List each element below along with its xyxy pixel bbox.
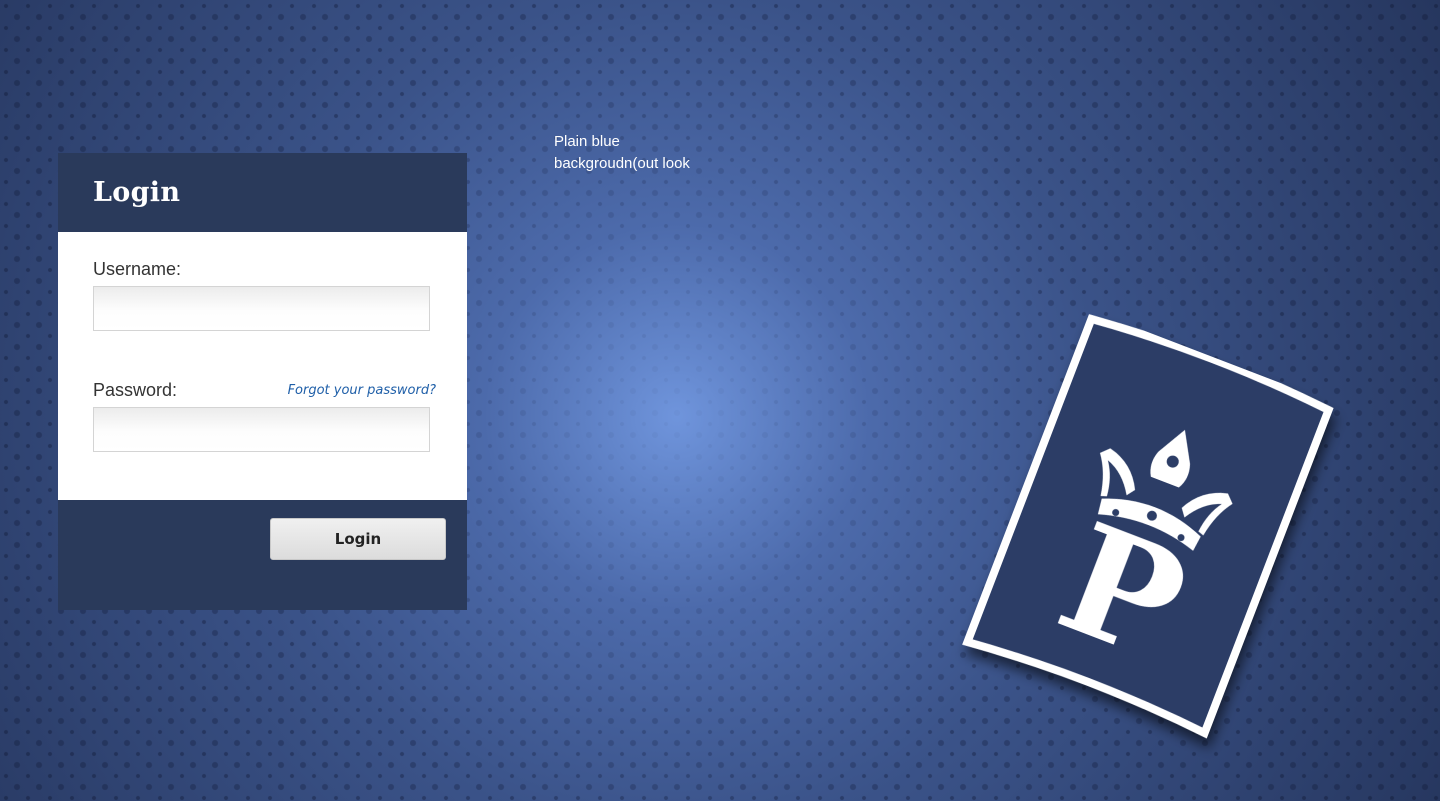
crowned-letter-p-logo-icon: P (957, 309, 1339, 744)
login-title: Login (93, 177, 181, 208)
login-header: Login (58, 153, 467, 232)
forgot-password-link[interactable]: Forgot your password? (288, 383, 436, 398)
annotation-note: Plain blue backgroudn(out look (554, 131, 744, 175)
password-label: Password: (93, 380, 178, 400)
annotation-line-2: backgroudn(out look (554, 155, 690, 172)
login-button[interactable]: Login (270, 518, 446, 560)
login-panel: Login Username: Password: Forgot your pa… (58, 153, 467, 610)
login-form: Username: Password: Forgot your password… (58, 232, 467, 500)
username-input[interactable] (93, 286, 430, 331)
annotation-line-1: Plain blue (554, 133, 620, 150)
login-footer: Login (58, 500, 467, 610)
password-input[interactable] (93, 407, 430, 452)
username-label: Username: (93, 259, 182, 279)
